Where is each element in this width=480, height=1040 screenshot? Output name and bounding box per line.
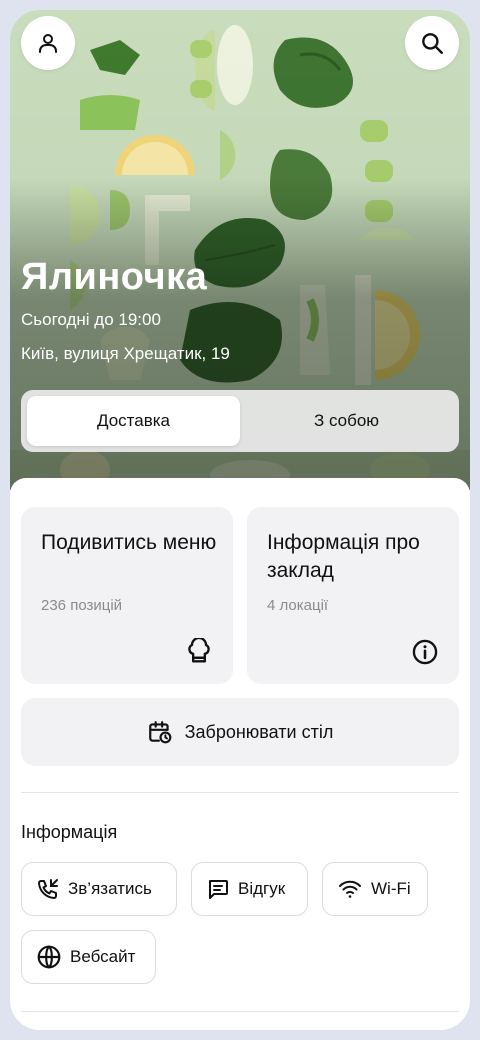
search-icon: [422, 33, 443, 54]
phone-screen: Ялиночка Сьогодні до 19:00 Київ, вулиця …: [10, 10, 470, 1030]
website-chip[interactable]: Вебсайт: [21, 930, 156, 984]
info-section-title: Інформація: [21, 822, 118, 842]
place-name: Ялиночка: [21, 256, 208, 298]
phone-icon: [38, 879, 58, 899]
wifi-icon: [339, 880, 361, 898]
globe-icon: [37, 945, 61, 969]
review-chip[interactable]: Відгук: [191, 862, 308, 916]
divider: [21, 1011, 459, 1012]
contact-label: Зв’язатись: [68, 879, 152, 898]
takeaway-tab[interactable]: З собою: [240, 396, 453, 446]
view-menu-title: Подивитись меню: [41, 531, 217, 554]
hero-image: Ялиночка Сьогодні до 19:00 Київ, вулиця …: [10, 10, 470, 490]
profile-button[interactable]: [21, 16, 75, 70]
website-label: Вебсайт: [70, 947, 136, 966]
contact-chip[interactable]: Зв’язатись: [21, 862, 177, 916]
content-sheet: Подивитись меню 236 позицій Інформація п…: [10, 478, 470, 1030]
divider: [21, 792, 459, 793]
wifi-label: Wi-Fi: [371, 879, 411, 898]
view-menu-card[interactable]: Подивитись меню 236 позицій: [21, 507, 233, 684]
info-icon: [412, 639, 438, 665]
search-button[interactable]: [405, 16, 459, 70]
calendar-clock-icon: [148, 721, 172, 744]
user-icon: [39, 34, 57, 53]
book-table-button[interactable]: Забронювати стіл: [21, 698, 459, 766]
place-address[interactable]: Київ, вулиця Хрещатик, 19: [21, 344, 230, 364]
venue-info-card[interactable]: Інформація про заклад 4 локації: [247, 507, 459, 684]
wifi-chip[interactable]: Wi-Fi: [322, 862, 428, 916]
book-table-label: Забронювати стіл: [184, 721, 334, 742]
delivery-tab[interactable]: Доставка: [27, 396, 240, 446]
review-label: Відгук: [238, 879, 286, 898]
place-hours: Сьогодні до 19:00: [21, 310, 161, 329]
venue-info-title: Інформація про заклад: [267, 531, 420, 582]
message-icon: [209, 880, 228, 899]
order-mode-switch: Доставка З собою: [21, 390, 459, 452]
chef-hat-icon: [188, 638, 210, 663]
locations-count: 4 локації: [267, 597, 329, 614]
menu-count: 236 позицій: [41, 597, 123, 614]
